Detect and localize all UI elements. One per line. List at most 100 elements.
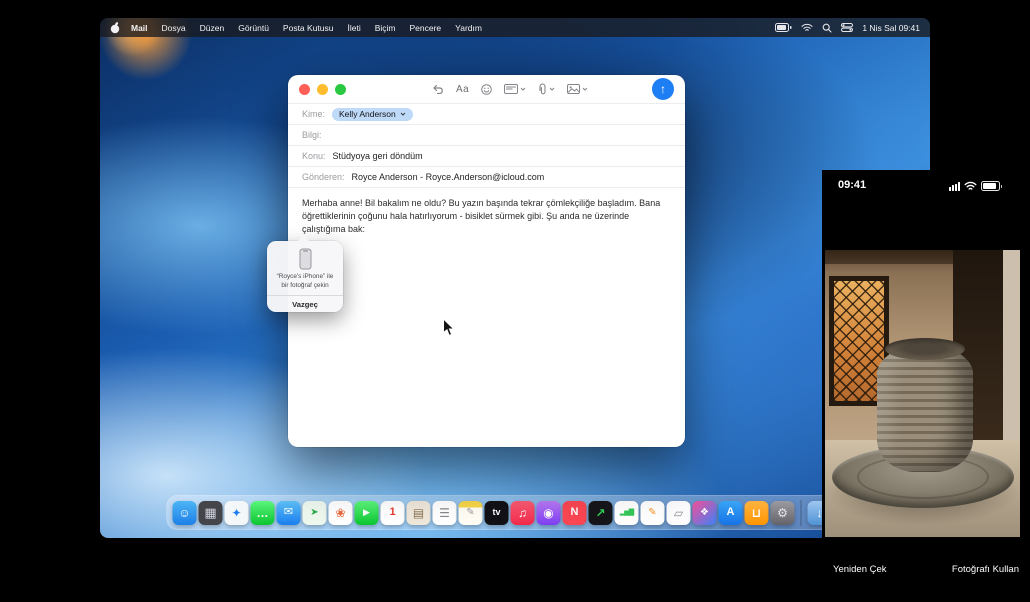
menu-dosya[interactable]: Dosya — [155, 23, 193, 33]
wifi-icon[interactable] — [801, 23, 813, 32]
iphone-icon — [299, 248, 312, 270]
compose-toolbar: Aa — [288, 75, 685, 103]
dock-icon-notes[interactable]: ✎ — [459, 501, 483, 525]
dock-icon-maps[interactable]: ➤ — [303, 501, 327, 525]
maps-icon: ➤ — [310, 508, 318, 518]
send-arrow-icon: ↑ — [660, 82, 666, 96]
dock-icon-tv[interactable]: tv — [485, 501, 509, 525]
desktop: Mail Dosya Düzen Görüntü Posta Kutusu İl… — [100, 18, 930, 538]
apple-menu[interactable] — [110, 22, 120, 34]
send-button[interactable]: ↑ — [652, 78, 674, 100]
cellular-signal-icon — [949, 182, 960, 191]
phone-status-icons — [949, 181, 1000, 191]
tv-icon: tv — [492, 508, 500, 517]
media-browser-button[interactable] — [567, 84, 588, 94]
header-fields-button[interactable] — [504, 84, 526, 94]
minimize-button[interactable] — [317, 84, 328, 95]
dock-icon-system-settings[interactable]: ⚙ — [771, 501, 795, 525]
recipient-name: Kelly Anderson — [339, 109, 396, 119]
cancel-button[interactable]: Vazgeç — [267, 296, 343, 312]
menu-bar-clock[interactable]: 1 Nis Sal 09:41 — [862, 23, 920, 33]
menu-pencere[interactable]: Pencere — [403, 23, 449, 33]
menu-goruntu[interactable]: Görüntü — [231, 23, 276, 33]
to-label: Kime: — [302, 109, 325, 119]
dock-icon-freeform[interactable]: ▱ — [667, 501, 691, 525]
camera-viewfinder — [825, 250, 1020, 537]
menu-ileti[interactable]: İleti — [340, 23, 367, 33]
dock-icon-safari[interactable]: ✦ — [225, 501, 249, 525]
dock: ☺ ▦ ✦ … ✉ ➤ ❀ ▶ 1 ▤ ☰ ✎ tv ♫ ◉ N ↗ ▂▅▇ ✎… — [167, 495, 864, 530]
wifi-icon — [964, 181, 977, 191]
dock-icon-music[interactable]: ♫ — [511, 501, 535, 525]
undo-icon[interactable] — [432, 84, 444, 94]
menu-posta-kutusu[interactable]: Posta Kutusu — [276, 23, 341, 33]
dock-icon-podcasts[interactable]: ◉ — [537, 501, 561, 525]
reminders-icon: ☰ — [439, 507, 450, 519]
dock-icon-reminders[interactable]: ☰ — [433, 501, 457, 525]
dock-icon-facetime[interactable]: ▶ — [355, 501, 379, 525]
dock-icon-contacts[interactable]: ▤ — [407, 501, 431, 525]
clay-pot-opening — [885, 338, 965, 360]
chevron-down-icon — [549, 87, 555, 91]
clay-pot — [877, 346, 973, 472]
subject-field[interactable]: Konu: Stüdyoya geri döndüm — [288, 145, 685, 166]
dock-icon-finder[interactable]: ☺ — [173, 501, 197, 525]
dock-divider — [801, 500, 802, 526]
pages-icon: ✎ — [648, 508, 656, 518]
control-center-icon[interactable] — [841, 23, 853, 32]
dock-icon-photos[interactable]: ❀ — [329, 501, 353, 525]
close-button[interactable] — [299, 84, 310, 95]
to-field[interactable]: Kime: Kelly Anderson — [288, 103, 685, 124]
emoji-button[interactable] — [481, 84, 492, 95]
dock-icon-calendar[interactable]: 1 — [381, 501, 405, 525]
menu-bar-left: Mail Dosya Düzen Görüntü Posta Kutusu İl… — [110, 22, 489, 34]
finder-icon: ☺ — [178, 507, 190, 519]
menu-yardim[interactable]: Yardım — [448, 23, 489, 33]
retake-button[interactable]: Yeniden Çek — [833, 564, 887, 575]
books-icon: ⊔ — [752, 507, 762, 519]
battery-icon — [981, 181, 1000, 191]
dock-icon-launchpad[interactable]: ▦ — [199, 501, 223, 525]
subject-label: Konu: — [302, 151, 326, 161]
launchpad-icon: ▦ — [204, 506, 216, 519]
zoom-button[interactable] — [335, 84, 346, 95]
screen: Mail Dosya Düzen Görüntü Posta Kutusu İl… — [0, 0, 1030, 602]
dock-icon-messages[interactable]: … — [251, 501, 275, 525]
use-photo-button[interactable]: Fotoğrafı Kullan — [952, 564, 1019, 575]
menu-duzen[interactable]: Düzen — [193, 23, 232, 33]
calendar-icon: 1 — [389, 507, 395, 518]
dock-icon-app-store[interactable]: A — [719, 501, 743, 525]
cc-field[interactable]: Bilgi: — [288, 124, 685, 145]
recipient-token[interactable]: Kelly Anderson — [332, 108, 413, 121]
dock-icon-stocks[interactable]: ↗ — [589, 501, 613, 525]
gear-icon: ⚙ — [777, 507, 788, 519]
chevron-down-icon — [520, 87, 526, 91]
dock-icon-shortcuts[interactable]: ❖ — [693, 501, 717, 525]
dock-icon-books[interactable]: ⊔ — [745, 501, 769, 525]
white-door — [1003, 250, 1020, 446]
window-controls — [299, 84, 346, 95]
spotlight-icon[interactable] — [822, 23, 832, 33]
menu-mail[interactable]: Mail — [124, 23, 155, 33]
header-fields-icon — [504, 84, 518, 94]
attachment-button[interactable] — [538, 83, 555, 95]
message-text: Merhaba anne! Bil bakalım ne oldu? Bu ya… — [302, 197, 671, 236]
freeform-icon: ▱ — [674, 507, 683, 519]
dock-icon-mail[interactable]: ✉ — [277, 501, 301, 525]
mouse-cursor — [442, 318, 455, 337]
contacts-icon: ▤ — [413, 507, 424, 519]
music-icon: ♫ — [518, 507, 527, 519]
dock-icon-news[interactable]: N — [563, 501, 587, 525]
from-field[interactable]: Gönderen: Royce Anderson - Royce.Anderso… — [288, 166, 685, 187]
mail-compose-window: Aa — [288, 75, 685, 447]
menu-bicim[interactable]: Biçim — [368, 23, 403, 33]
message-body[interactable]: Merhaba anne! Bil bakalım ne oldu? Bu ya… — [288, 187, 685, 470]
news-icon: N — [571, 507, 579, 518]
dock-icon-numbers[interactable]: ▂▅▇ — [615, 501, 639, 525]
battery-icon[interactable] — [775, 23, 792, 32]
from-value: Royce Anderson - Royce.Anderson@icloud.c… — [352, 172, 545, 182]
dock-icon-pages[interactable]: ✎ — [641, 501, 665, 525]
chevron-down-icon — [400, 112, 406, 116]
popover-message: “Royce's iPhone” ile bir fotoğraf çekin — [267, 270, 343, 295]
format-button[interactable]: Aa — [456, 84, 469, 95]
